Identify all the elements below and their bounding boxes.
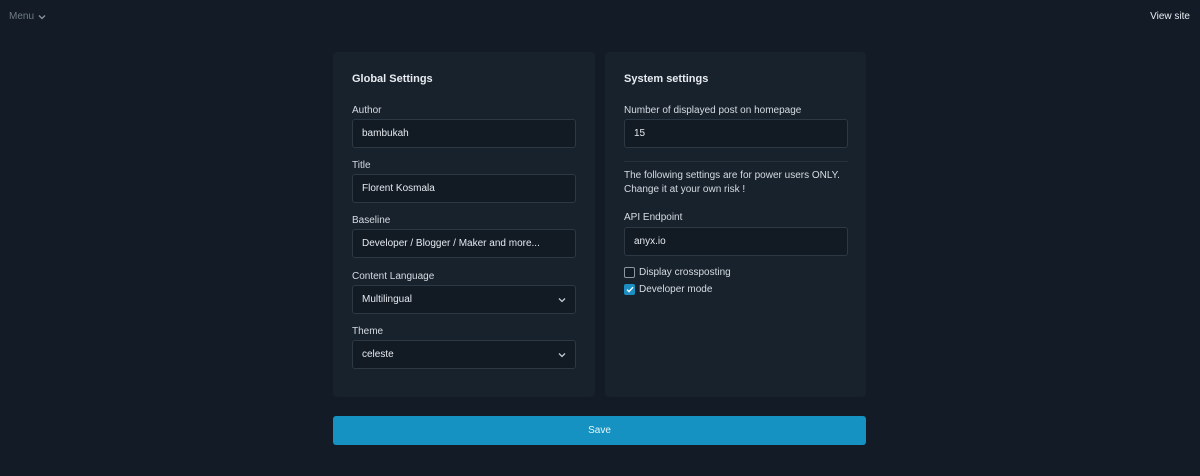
developer-mode-checkbox[interactable] <box>624 284 635 295</box>
display-crossposting-label: Display crossposting <box>639 267 731 278</box>
content-language-label: Content Language <box>352 271 435 282</box>
top-bar: Menu View site <box>0 0 1200 34</box>
baseline-label: Baseline <box>352 215 391 226</box>
author-label: Author <box>352 105 382 116</box>
developer-mode-option[interactable]: Developer mode <box>624 284 712 295</box>
content-language-value: Multilingual <box>362 294 413 305</box>
chevron-down-icon <box>558 352 566 358</box>
posts-on-homepage-label: Number of displayed post on homepage <box>624 105 802 116</box>
power-users-note-line-2: Change it at your own risk ! <box>624 184 746 195</box>
theme-select[interactable]: celeste <box>352 340 576 369</box>
global-settings-card: Global Settings Author Title Baseline Co… <box>333 52 595 397</box>
title-label: Title <box>352 160 371 171</box>
chevron-down-icon <box>558 297 566 303</box>
developer-mode-label: Developer mode <box>639 284 713 295</box>
title-input[interactable] <box>352 174 576 203</box>
chevron-down-icon <box>38 14 46 20</box>
api-endpoint-input[interactable] <box>624 227 848 256</box>
theme-value: celeste <box>362 349 394 360</box>
power-users-note: The following settings are for power use… <box>624 169 854 197</box>
save-button[interactable]: Save <box>333 416 866 445</box>
posts-on-homepage-input[interactable] <box>624 119 848 148</box>
content-language-select[interactable]: Multilingual <box>352 285 576 314</box>
display-crossposting-checkbox[interactable] <box>624 267 635 278</box>
menu-toggle[interactable]: Menu <box>9 11 46 22</box>
power-users-note-line-1: The following settings are for power use… <box>624 170 840 181</box>
system-settings-title: System settings <box>624 73 709 85</box>
api-endpoint-label: API Endpoint <box>624 212 683 223</box>
checkmark-icon <box>626 286 634 293</box>
baseline-input[interactable] <box>352 229 576 258</box>
system-settings-card: System settings Number of displayed post… <box>605 52 866 397</box>
author-input[interactable] <box>352 119 576 148</box>
global-settings-title: Global Settings <box>352 73 433 85</box>
view-site-link[interactable]: View site <box>1150 11 1190 22</box>
theme-label: Theme <box>352 326 384 337</box>
display-crossposting-option[interactable]: Display crossposting <box>624 267 731 278</box>
menu-label: Menu <box>9 11 35 22</box>
section-divider <box>624 161 848 162</box>
